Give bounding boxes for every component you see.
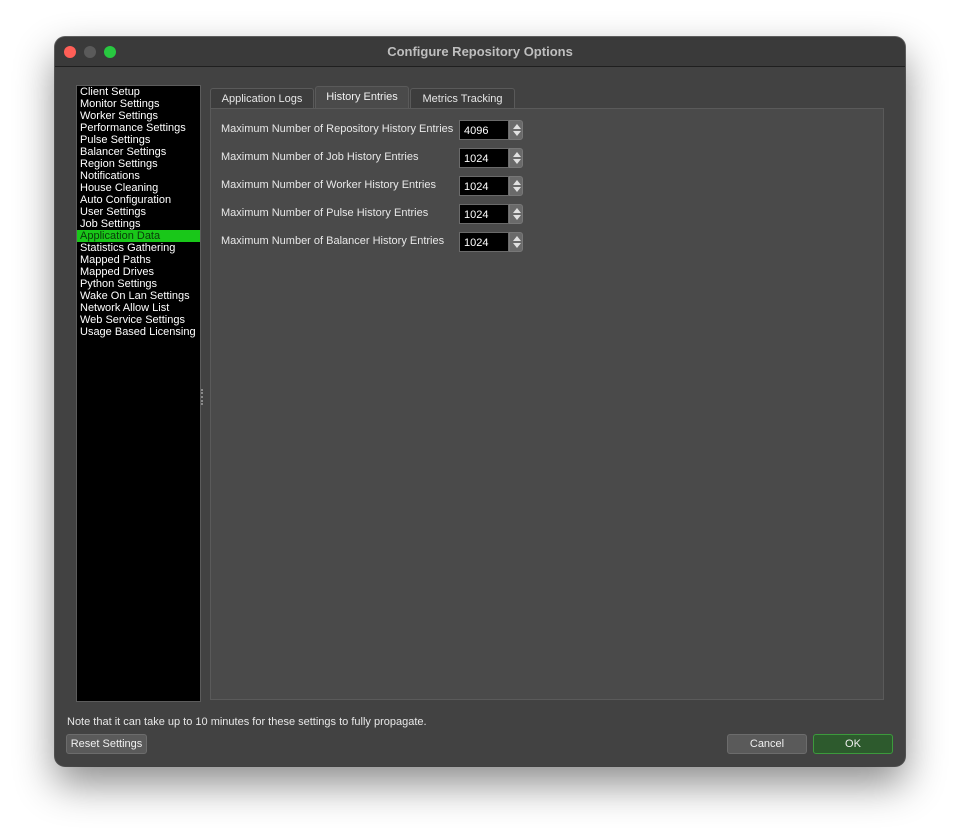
setting-label: Maximum Number of Balancer History Entri… (221, 235, 445, 247)
spinbox-arrows[interactable] (509, 120, 523, 140)
increment-arrow-icon[interactable] (513, 124, 521, 129)
sidebar-item-job-settings[interactable]: Job Settings (77, 218, 200, 230)
increment-arrow-icon[interactable] (513, 208, 521, 213)
sidebar-item-wake-on-lan-settings[interactable]: Wake On Lan Settings (77, 290, 200, 302)
propagation-note: Note that it can take up to 10 minutes f… (67, 716, 427, 728)
spinbox-arrows[interactable] (509, 204, 523, 224)
tab-application-logs[interactable]: Application Logs (210, 88, 314, 109)
sidebar-item-region-settings[interactable]: Region Settings (77, 158, 200, 170)
sidebar-item-balancer-settings[interactable]: Balancer Settings (77, 146, 200, 158)
increment-arrow-icon[interactable] (513, 236, 521, 241)
sidebar-item-worker-settings[interactable]: Worker Settings (77, 110, 200, 122)
setting-label: Maximum Number of Worker History Entries (221, 179, 436, 191)
decrement-arrow-icon[interactable] (513, 187, 521, 192)
sidebar-item-statistics-gathering[interactable]: Statistics Gathering (77, 242, 200, 254)
sidebar-item-client-setup[interactable]: Client Setup (77, 86, 200, 98)
spinbox-value[interactable]: 1024 (459, 148, 509, 168)
sidebar-item-pulse-settings[interactable]: Pulse Settings (77, 134, 200, 146)
sidebar-item-usage-based-licensing[interactable]: Usage Based Licensing (77, 326, 200, 338)
spinbox-arrows[interactable] (509, 148, 523, 168)
tab-metrics-tracking[interactable]: Metrics Tracking (410, 88, 515, 109)
increment-arrow-icon[interactable] (513, 152, 521, 157)
sidebar-item-network-allow-list[interactable]: Network Allow List (77, 302, 200, 314)
title-bar: Configure Repository Options (55, 37, 905, 67)
decrement-arrow-icon[interactable] (513, 243, 521, 248)
increment-arrow-icon[interactable] (513, 180, 521, 185)
sidebar-item-user-settings[interactable]: User Settings (77, 206, 200, 218)
tab-history-entries[interactable]: History Entries (315, 86, 409, 110)
sidebar-item-auto-configuration[interactable]: Auto Configuration (77, 194, 200, 206)
sidebar-item-performance-settings[interactable]: Performance Settings (77, 122, 200, 134)
setting-label: Maximum Number of Repository History Ent… (221, 123, 454, 135)
spinbox-value[interactable]: 1024 (459, 204, 509, 224)
window-title: Configure Repository Options (387, 44, 573, 59)
balancer-history-spinbox[interactable]: 1024 (459, 232, 523, 252)
configure-repository-options-dialog: Configure Repository Options Client Setu… (55, 37, 905, 766)
cancel-button[interactable]: Cancel (727, 734, 807, 754)
sidebar-item-mapped-drives[interactable]: Mapped Drives (77, 266, 200, 278)
spinbox-value[interactable]: 4096 (459, 120, 509, 140)
setting-label: Maximum Number of Job History Entries (221, 151, 419, 163)
sidebar-item-house-cleaning[interactable]: House Cleaning (77, 182, 200, 194)
spinbox-value[interactable]: 1024 (459, 176, 509, 196)
repository-history-spinbox[interactable]: 4096 (459, 120, 523, 140)
splitter-handle[interactable] (201, 389, 205, 405)
sidebar-item-notifications[interactable]: Notifications (77, 170, 200, 182)
ok-button[interactable]: OK (813, 734, 893, 754)
sidebar-item-monitor-settings[interactable]: Monitor Settings (77, 98, 200, 110)
setting-label: Maximum Number of Pulse History Entries (221, 207, 429, 219)
decrement-arrow-icon[interactable] (513, 215, 521, 220)
job-history-spinbox[interactable]: 1024 (459, 148, 523, 168)
spinbox-arrows[interactable] (509, 232, 523, 252)
decrement-arrow-icon[interactable] (513, 159, 521, 164)
sidebar-item-application-data[interactable]: Application Data (77, 230, 200, 242)
decrement-arrow-icon[interactable] (513, 131, 521, 136)
sidebar-item-python-settings[interactable]: Python Settings (77, 278, 200, 290)
sidebar-item-web-service-settings[interactable]: Web Service Settings (77, 314, 200, 326)
spinbox-arrows[interactable] (509, 176, 523, 196)
pulse-history-spinbox[interactable]: 1024 (459, 204, 523, 224)
spinbox-value[interactable]: 1024 (459, 232, 509, 252)
settings-category-list[interactable]: Client Setup Monitor Settings Worker Set… (76, 85, 201, 702)
reset-settings-button[interactable]: Reset Settings (66, 734, 147, 754)
history-entries-panel: Maximum Number of Repository History Ent… (210, 108, 884, 700)
sidebar-item-mapped-paths[interactable]: Mapped Paths (77, 254, 200, 266)
worker-history-spinbox[interactable]: 1024 (459, 176, 523, 196)
